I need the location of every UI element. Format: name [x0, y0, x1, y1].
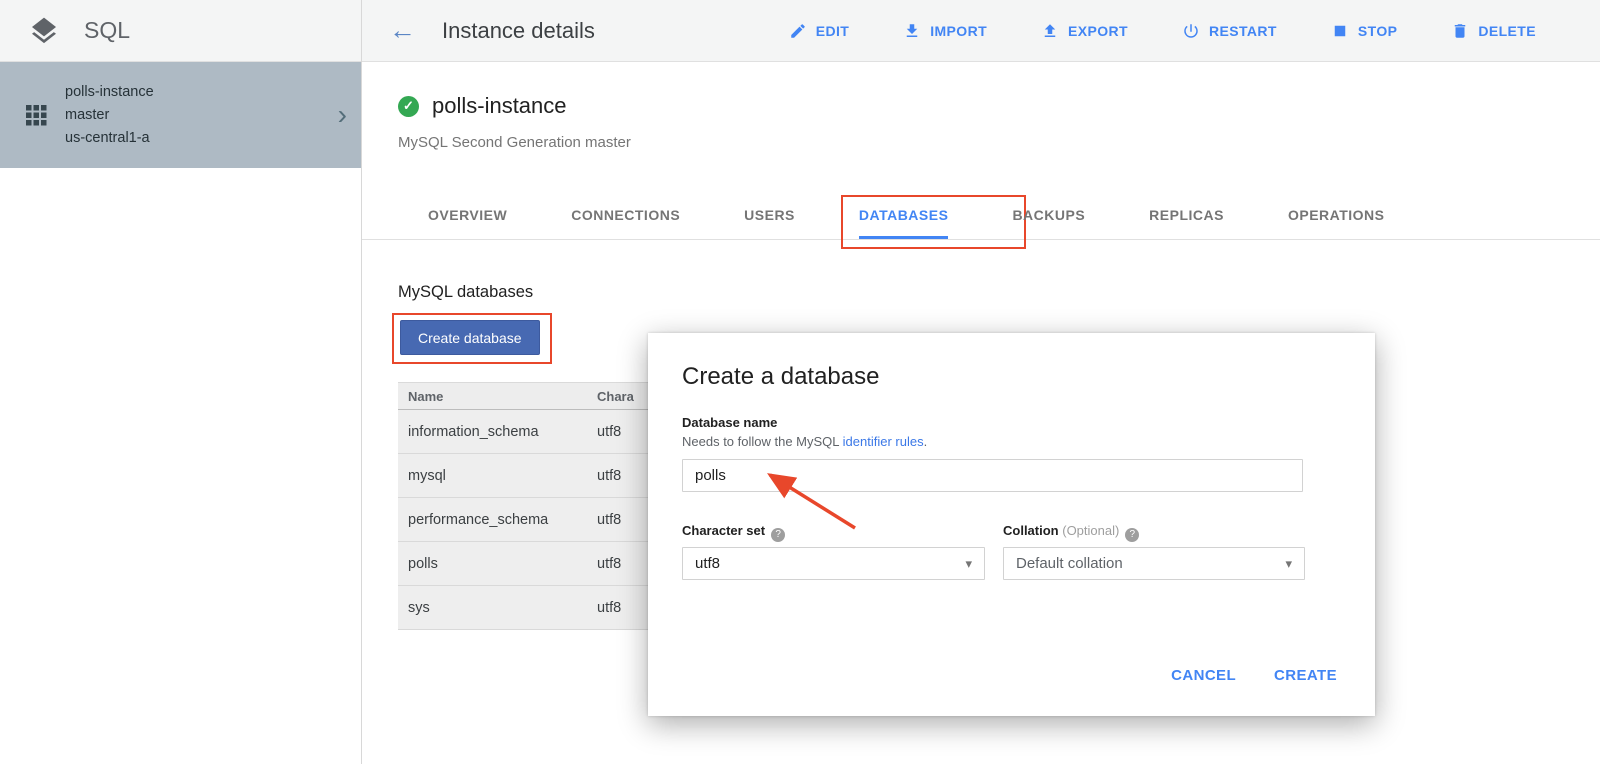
help-text-suffix: . — [924, 434, 928, 449]
db-name: sys — [398, 600, 597, 616]
identifier-rules-link[interactable]: identifier rules — [843, 434, 924, 449]
create-database-wrap: Create database — [400, 320, 540, 355]
sidebar-instance-item[interactable]: polls-instance master us-central1-a — [0, 62, 361, 168]
create-database-dialog: Create a database Database name Needs to… — [648, 333, 1375, 716]
delete-button[interactable]: DELETE — [1451, 22, 1536, 40]
instance-subtitle: MySQL Second Generation master — [398, 134, 631, 151]
tab-databases-label: DATABASES — [859, 207, 949, 223]
back-arrow-icon[interactable] — [389, 17, 416, 44]
import-button[interactable]: IMPORT — [903, 22, 987, 40]
edit-button[interactable]: EDIT — [789, 22, 850, 40]
database-name-label: Database name — [682, 415, 777, 430]
tab-operations[interactable]: OPERATIONS — [1288, 190, 1385, 239]
sidebar-instance-name: polls-instance — [65, 81, 338, 104]
trash-icon — [1451, 22, 1469, 40]
tab-backups[interactable]: BACKUPS — [1012, 190, 1085, 239]
restart-button-label: RESTART — [1209, 23, 1277, 39]
collation-value: Default collation — [1016, 555, 1123, 572]
pencil-icon — [789, 22, 807, 40]
dialog-title: Create a database — [682, 363, 879, 391]
db-name: information_schema — [398, 424, 597, 440]
sidebar: polls-instance master us-central1-a — [0, 62, 361, 764]
dropdown-caret-icon — [965, 556, 972, 572]
character-set-label-text: Character set — [682, 523, 765, 538]
collation-optional-hint: (Optional) — [1062, 523, 1119, 538]
stop-button-label: STOP — [1358, 23, 1397, 39]
db-charset: utf8 — [597, 512, 621, 528]
help-icon[interactable] — [1125, 528, 1139, 542]
restart-button[interactable]: RESTART — [1182, 22, 1277, 40]
db-name: polls — [398, 556, 597, 572]
cancel-button[interactable]: CANCEL — [1171, 667, 1236, 684]
character-set-value: utf8 — [695, 555, 720, 572]
db-charset: utf8 — [597, 424, 621, 440]
tab-databases[interactable]: DATABASES — [859, 190, 949, 239]
dialog-buttons: CANCEL CREATE — [1171, 667, 1337, 684]
delete-button-label: DELETE — [1478, 23, 1536, 39]
instance-name: polls-instance — [432, 93, 567, 119]
db-charset: utf8 — [597, 468, 621, 484]
top-bar: SQL Instance details EDIT IMPORT EXPORT — [0, 0, 1600, 62]
cloud-sql-logo-icon — [28, 15, 60, 47]
power-icon — [1182, 22, 1200, 40]
page-title: Instance details — [442, 18, 595, 44]
instance-grid-icon — [26, 105, 47, 126]
import-button-label: IMPORT — [930, 23, 987, 39]
chevron-right-icon[interactable] — [338, 101, 347, 129]
topbar-main: Instance details EDIT IMPORT EXPORT REST… — [361, 0, 1600, 61]
instance-header: polls-instance — [398, 93, 567, 119]
tab-bar: OVERVIEW CONNECTIONS USERS DATABASES BAC… — [362, 190, 1600, 240]
collation-label-text: Collation — [1003, 523, 1059, 538]
product-name: SQL — [84, 17, 130, 44]
tab-connections[interactable]: CONNECTIONS — [571, 190, 680, 239]
help-text-prefix: Needs to follow the MySQL — [682, 434, 843, 449]
header-actions: EDIT IMPORT EXPORT RESTART STOP — [789, 0, 1536, 61]
sidebar-instance-zone: us-central1-a — [65, 127, 338, 150]
db-charset: utf8 — [597, 556, 621, 572]
create-database-button[interactable]: Create database — [400, 320, 540, 355]
page: SQL Instance details EDIT IMPORT EXPORT — [0, 0, 1600, 764]
database-name-input[interactable] — [682, 459, 1303, 492]
character-set-select[interactable]: utf8 — [682, 547, 985, 580]
sidebar-instance-text: polls-instance master us-central1-a — [65, 81, 338, 150]
db-charset: utf8 — [597, 600, 621, 616]
export-button[interactable]: EXPORT — [1041, 22, 1128, 40]
import-icon — [903, 22, 921, 40]
export-icon — [1041, 22, 1059, 40]
tab-overview[interactable]: OVERVIEW — [428, 190, 507, 239]
dialog-create-button[interactable]: CREATE — [1274, 667, 1337, 684]
character-set-label: Character set — [682, 523, 785, 542]
collation-label: Collation (Optional) — [1003, 523, 1139, 542]
collation-select[interactable]: Default collation — [1003, 547, 1305, 580]
sidebar-instance-role: master — [65, 104, 338, 127]
tab-replicas[interactable]: REPLICAS — [1149, 190, 1224, 239]
help-icon[interactable] — [771, 528, 785, 542]
column-header-charset: Chara — [597, 389, 634, 404]
stop-icon — [1331, 22, 1349, 40]
dropdown-caret-icon — [1285, 556, 1292, 572]
tab-users[interactable]: USERS — [744, 190, 795, 239]
edit-button-label: EDIT — [816, 23, 850, 39]
db-name: mysql — [398, 468, 597, 484]
product-header: SQL — [0, 0, 361, 61]
green-check-icon — [398, 96, 419, 117]
section-title: MySQL databases — [398, 283, 533, 302]
stop-button[interactable]: STOP — [1331, 22, 1397, 40]
sidebar-divider — [361, 0, 362, 764]
database-name-help: Needs to follow the MySQL identifier rul… — [682, 434, 927, 449]
db-name: performance_schema — [398, 512, 597, 528]
export-button-label: EXPORT — [1068, 23, 1128, 39]
column-header-name: Name — [398, 389, 597, 404]
